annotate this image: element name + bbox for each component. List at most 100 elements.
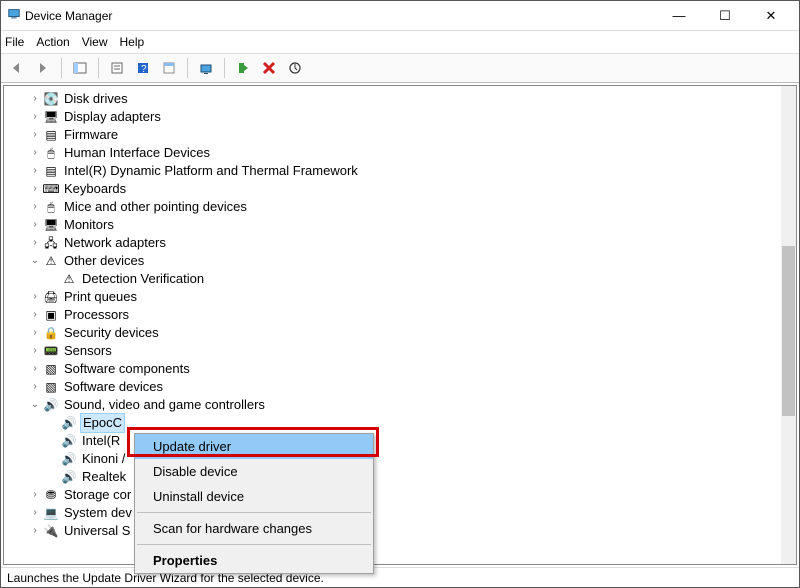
expand-icon[interactable]: › bbox=[28, 360, 42, 378]
menu-help[interactable]: Help bbox=[120, 35, 145, 49]
expand-icon[interactable]: › bbox=[28, 198, 42, 216]
menu-view[interactable]: View bbox=[82, 35, 108, 49]
tree-item-security-devices[interactable]: ›🔒Security devices bbox=[28, 324, 796, 342]
monitor-icon: 🖥 bbox=[43, 217, 59, 233]
expand-icon[interactable]: › bbox=[28, 306, 42, 324]
other-devices-icon: ⚠ bbox=[43, 253, 59, 269]
tree-item-epoc[interactable]: 🔊EpocC bbox=[28, 414, 796, 432]
ctx-uninstall-device[interactable]: Uninstall device bbox=[135, 484, 373, 509]
tree-item-monitors[interactable]: ›🖥Monitors bbox=[28, 216, 796, 234]
update-driver-icon[interactable] bbox=[285, 58, 305, 78]
tree-item-firmware[interactable]: ›▤Firmware bbox=[28, 126, 796, 144]
ctx-properties[interactable]: Properties bbox=[135, 548, 373, 573]
tree-item-hid[interactable]: ›🖱Human Interface Devices bbox=[28, 144, 796, 162]
titlebar: Device Manager — ☐ ✕ bbox=[1, 1, 799, 31]
menu-action[interactable]: Action bbox=[36, 35, 69, 49]
menubar: File Action View Help bbox=[1, 31, 799, 53]
ctx-scan-hardware[interactable]: Scan for hardware changes bbox=[135, 516, 373, 541]
software-icon: ▧ bbox=[43, 361, 59, 377]
cpu-icon: ▣ bbox=[43, 307, 59, 323]
expand-icon[interactable]: › bbox=[28, 486, 42, 504]
forward-button[interactable] bbox=[33, 58, 53, 78]
sound-device-icon: 🔊 bbox=[61, 469, 77, 485]
tree-item-intel-dptf[interactable]: ›▤Intel(R) Dynamic Platform and Thermal … bbox=[28, 162, 796, 180]
sensor-icon: 📟 bbox=[43, 343, 59, 359]
tree-item-sensors[interactable]: ›📟Sensors bbox=[28, 342, 796, 360]
tree-item-print-queues[interactable]: ›🖨Print queues bbox=[28, 288, 796, 306]
show-hide-console-tree-button[interactable] bbox=[70, 58, 90, 78]
toolbar: ? bbox=[1, 53, 799, 83]
tree-item-mice[interactable]: ›🖱Mice and other pointing devices bbox=[28, 198, 796, 216]
expand-icon[interactable]: › bbox=[28, 180, 42, 198]
ctx-update-driver[interactable]: Update driver bbox=[135, 434, 373, 459]
window-controls: — ☐ ✕ bbox=[665, 6, 785, 26]
warning-icon: ⚠ bbox=[61, 271, 77, 287]
ctx-separator bbox=[137, 512, 371, 513]
expand-icon[interactable]: › bbox=[28, 288, 42, 306]
svg-text:?: ? bbox=[141, 64, 147, 75]
expand-icon[interactable]: › bbox=[28, 126, 42, 144]
sound-device-icon: 🔊 bbox=[61, 433, 77, 449]
expand-icon[interactable]: › bbox=[28, 378, 42, 396]
expand-icon[interactable]: › bbox=[28, 324, 42, 342]
expand-icon[interactable]: › bbox=[28, 144, 42, 162]
tree-item-network[interactable]: ›🖧Network adapters bbox=[28, 234, 796, 252]
menu-file[interactable]: File bbox=[5, 35, 24, 49]
display-icon: 🖥 bbox=[43, 109, 59, 125]
back-button[interactable] bbox=[7, 58, 27, 78]
tree-item-software-devices[interactable]: ›▧Software devices bbox=[28, 378, 796, 396]
printer-icon: 🖨 bbox=[43, 289, 59, 305]
tree-item-keyboards[interactable]: ›⌨Keyboards bbox=[28, 180, 796, 198]
expand-icon[interactable]: › bbox=[28, 216, 42, 234]
collapse-icon[interactable]: ⌄ bbox=[28, 252, 42, 270]
expand-icon[interactable]: › bbox=[28, 504, 42, 522]
usb-icon: 🔌 bbox=[43, 523, 59, 539]
sound-device-icon: 🔊 bbox=[61, 451, 77, 467]
system-icon: 💻 bbox=[43, 505, 59, 521]
app-icon bbox=[7, 7, 21, 24]
expand-icon[interactable]: › bbox=[28, 108, 42, 126]
disk-icon: 💽 bbox=[43, 91, 59, 107]
uninstall-device-icon[interactable] bbox=[259, 58, 279, 78]
expand-icon[interactable]: › bbox=[28, 90, 42, 108]
security-icon: 🔒 bbox=[43, 325, 59, 341]
tree-item-sound-video[interactable]: ⌄🔊Sound, video and game controllers bbox=[28, 396, 796, 414]
help-button[interactable]: ? bbox=[133, 58, 153, 78]
tree-item-processors[interactable]: ›▣Processors bbox=[28, 306, 796, 324]
window-title: Device Manager bbox=[25, 9, 665, 23]
tree-item-disk-drives[interactable]: ›💽Disk drives bbox=[28, 90, 796, 108]
expand-icon[interactable]: › bbox=[28, 234, 42, 252]
sound-icon: 🔊 bbox=[43, 397, 59, 413]
close-button[interactable]: ✕ bbox=[757, 6, 785, 26]
tree-item-display-adapters[interactable]: ›🖥Display adapters bbox=[28, 108, 796, 126]
tree-item-other-devices[interactable]: ⌄⚠Other devices bbox=[28, 252, 796, 270]
action-list-button[interactable] bbox=[159, 58, 179, 78]
device-tree-panel: ›💽Disk drives ›🖥Display adapters ›▤Firmw… bbox=[3, 85, 797, 565]
context-menu: Update driver Disable device Uninstall d… bbox=[134, 433, 374, 574]
ctx-disable-device[interactable]: Disable device bbox=[135, 459, 373, 484]
storage-icon: ⛃ bbox=[43, 487, 59, 503]
properties-button[interactable] bbox=[107, 58, 127, 78]
maximize-button[interactable]: ☐ bbox=[711, 6, 739, 26]
scrollbar-thumb[interactable] bbox=[782, 246, 795, 416]
device-tree[interactable]: ›💽Disk drives ›🖥Display adapters ›▤Firmw… bbox=[4, 86, 796, 544]
software-icon: ▧ bbox=[43, 379, 59, 395]
enable-device-icon[interactable] bbox=[233, 58, 253, 78]
tree-item-software-components[interactable]: ›▧Software components bbox=[28, 360, 796, 378]
statusbar: Launches the Update Driver Wizard for th… bbox=[1, 567, 799, 587]
mouse-icon: 🖱 bbox=[43, 199, 59, 215]
chip-icon: ▤ bbox=[43, 127, 59, 143]
sound-device-icon: 🔊 bbox=[61, 415, 77, 431]
expand-icon[interactable]: › bbox=[28, 342, 42, 360]
scan-hardware-icon[interactable] bbox=[196, 58, 216, 78]
vertical-scrollbar[interactable] bbox=[781, 86, 796, 564]
ctx-separator bbox=[137, 544, 371, 545]
network-icon: 🖧 bbox=[43, 235, 59, 251]
hid-icon: 🖱 bbox=[43, 145, 59, 161]
collapse-icon[interactable]: ⌄ bbox=[28, 396, 42, 414]
expand-icon[interactable]: › bbox=[28, 522, 42, 540]
expand-icon[interactable]: › bbox=[28, 162, 42, 180]
tree-item-detection-verification[interactable]: ⚠Detection Verification bbox=[28, 270, 796, 288]
device-manager-window: Device Manager — ☐ ✕ File Action View He… bbox=[0, 0, 800, 588]
minimize-button[interactable]: — bbox=[665, 6, 693, 26]
